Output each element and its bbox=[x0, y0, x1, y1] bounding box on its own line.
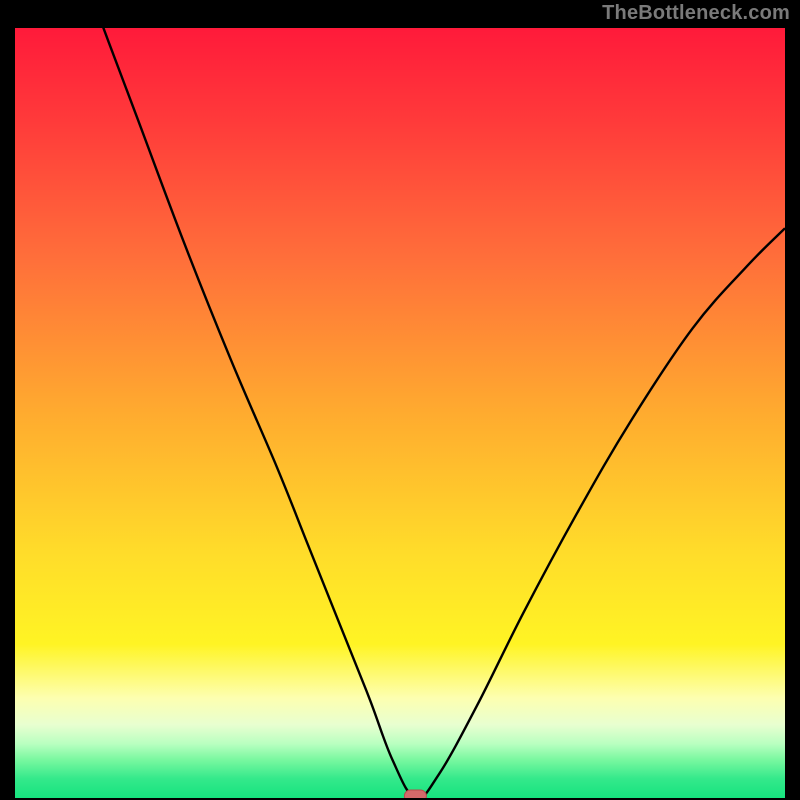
gradient-background bbox=[15, 28, 785, 798]
bottleneck-chart bbox=[15, 28, 785, 798]
watermark-text: TheBottleneck.com bbox=[602, 2, 790, 25]
chart-frame: TheBottleneck.com bbox=[0, 0, 800, 800]
optimum-marker bbox=[404, 790, 426, 798]
